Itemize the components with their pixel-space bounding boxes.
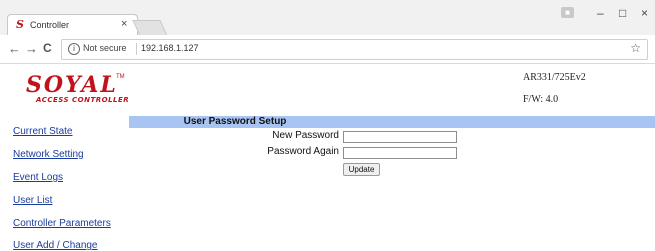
soyal-logo: SOYAL TM ACCESS CONTROLLER [14, 72, 134, 108]
sidebar-item-user-list[interactable]: User List [13, 195, 52, 206]
security-indicator[interactable]: Not secure [83, 43, 127, 53]
tab-close-icon[interactable]: × [121, 18, 127, 30]
minimize-icon[interactable]: – [597, 6, 604, 20]
tab-title: Controller [30, 20, 70, 30]
password-again-input[interactable] [343, 147, 457, 159]
logo-subtitle: ACCESS CONTROLLER [36, 96, 130, 104]
password-again-label: Password Again [267, 146, 339, 157]
logo-wordmark: SOYAL [26, 72, 118, 98]
form-title: User Password Setup [183, 116, 287, 127]
logo-trademark: TM [116, 74, 125, 80]
sidebar-item-user-add-change[interactable]: User Add / Change [13, 240, 98, 251]
close-window-icon[interactable]: × [641, 6, 648, 20]
url-text[interactable]: 192.168.1.127 [141, 43, 199, 53]
device-model: AR331/725Ev2 [523, 72, 586, 83]
address-divider [136, 43, 137, 55]
new-password-input[interactable] [343, 131, 457, 143]
firmware-version: F/W: 4.0 [523, 94, 559, 105]
profile-icon[interactable]: ■ [561, 7, 574, 18]
maximize-icon[interactable]: □ [619, 6, 626, 20]
back-arrow-icon[interactable]: ← [8, 41, 21, 56]
bookmark-star-icon[interactable]: ☆ [630, 41, 641, 55]
forward-arrow-icon[interactable]: → [25, 41, 38, 56]
new-password-label: New Password [272, 130, 339, 141]
sidebar-item-current-state[interactable]: Current State [13, 126, 72, 137]
browser-tab-strip: S Controller × ■ – □ × [0, 0, 655, 36]
info-icon[interactable]: i [68, 43, 80, 55]
sidebar-item-event-logs[interactable]: Event Logs [13, 172, 63, 183]
update-button[interactable]: Update [343, 163, 380, 176]
sidebar-item-network-setting[interactable]: Network Setting [13, 149, 84, 160]
reload-icon[interactable]: C [43, 41, 52, 55]
browser-tab[interactable]: S Controller × [7, 14, 138, 36]
soyal-favicon-icon: S [16, 18, 24, 31]
sidebar-item-controller-parameters[interactable]: Controller Parameters [13, 218, 111, 229]
address-bar[interactable]: i Not secure 192.168.1.127 ☆ [61, 39, 648, 60]
browser-toolbar: ← → C i Not secure 192.168.1.127 ☆ [0, 35, 655, 64]
